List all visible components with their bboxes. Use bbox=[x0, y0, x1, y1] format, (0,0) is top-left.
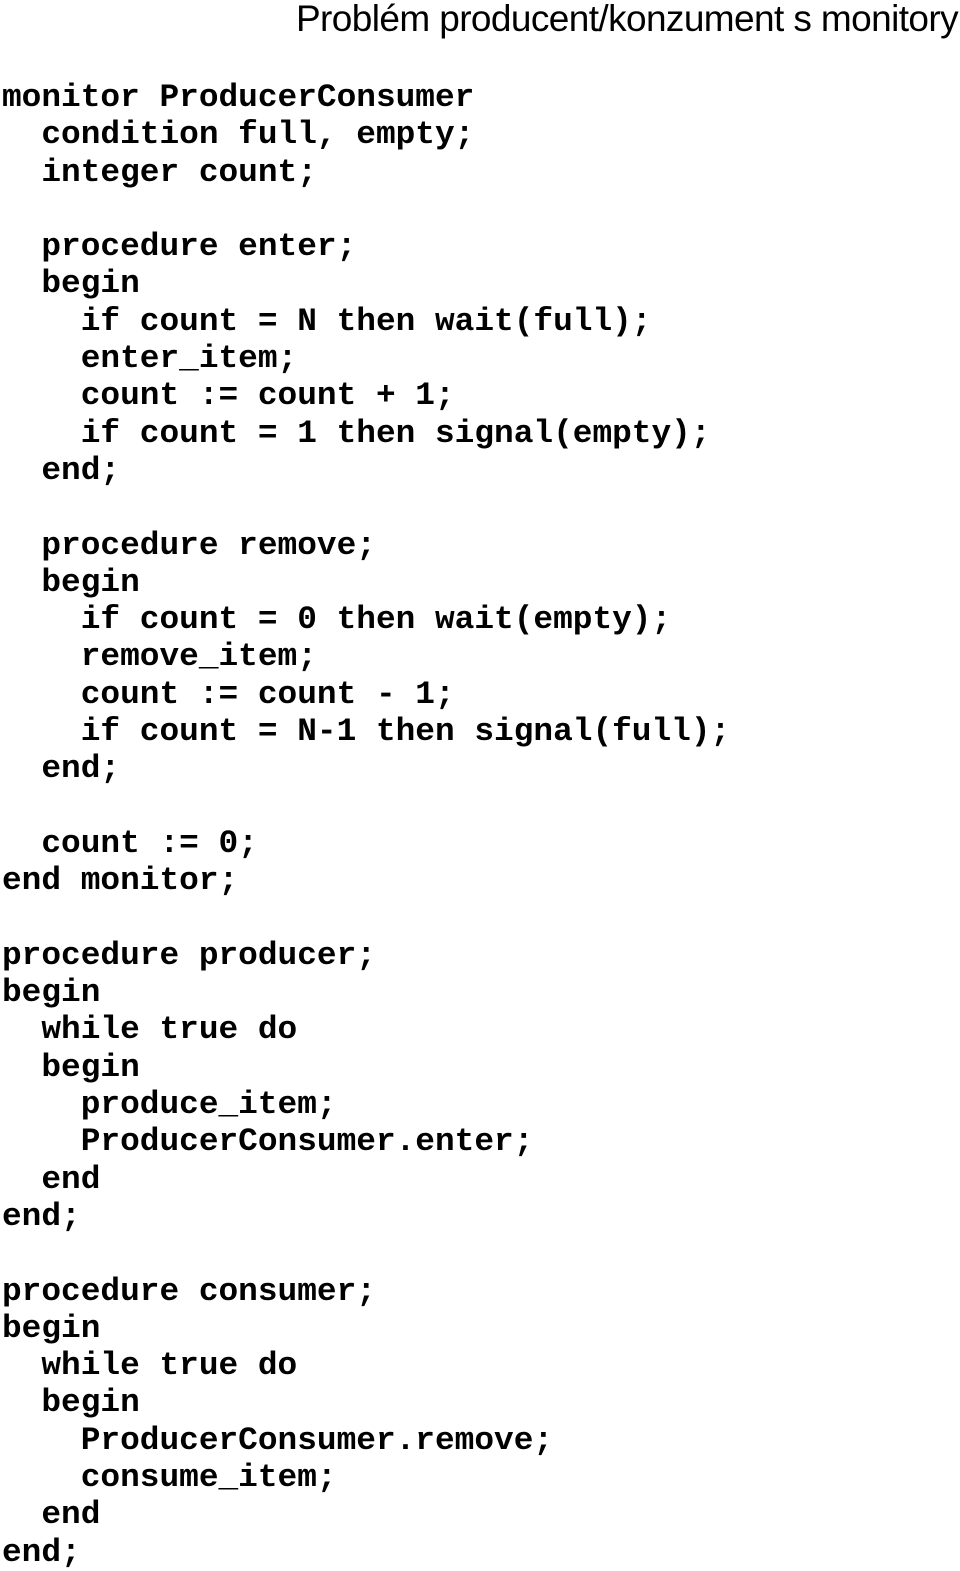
code-line: procedure remove; bbox=[2, 526, 376, 564]
code-line: end bbox=[2, 1160, 101, 1198]
code-line: integer count; bbox=[2, 153, 317, 191]
code-line: remove_item; bbox=[2, 638, 317, 676]
code-line: if count = 0 then wait(empty); bbox=[2, 601, 672, 639]
code-line: begin bbox=[2, 974, 101, 1012]
code-line: if count = 1 then signal(empty); bbox=[2, 414, 711, 452]
code-line: if count = N-1 then signal(full); bbox=[2, 713, 731, 751]
code-line: procedure consumer; bbox=[2, 1272, 376, 1310]
code-line: monitor ProducerConsumer bbox=[2, 79, 475, 116]
code-line: ProducerConsumer.enter; bbox=[2, 1123, 534, 1161]
code-line: count := count - 1; bbox=[2, 675, 455, 713]
code-line: begin bbox=[2, 1048, 140, 1086]
code-block: monitor ProducerConsumer condition full,… bbox=[2, 79, 730, 1571]
code-line: ProducerConsumer.remove; bbox=[2, 1421, 554, 1459]
slide-title: Problém producent/konzument s monitory bbox=[295, 0, 959, 39]
code-line: end; bbox=[2, 1197, 81, 1235]
code-line: begin bbox=[2, 265, 140, 303]
code-line: if count = N then wait(full); bbox=[2, 302, 652, 340]
code-line: count := 0; bbox=[2, 824, 258, 862]
code-line: end; bbox=[2, 1533, 81, 1571]
code-line: end bbox=[2, 1496, 101, 1534]
code-line: end; bbox=[2, 750, 121, 788]
code-line: begin bbox=[2, 1309, 101, 1347]
code-line: procedure producer; bbox=[2, 936, 376, 974]
code-line: begin bbox=[2, 1384, 140, 1422]
code-line: end; bbox=[2, 451, 121, 489]
code-line: end monitor; bbox=[2, 862, 239, 900]
code-line: condition full, empty; bbox=[2, 116, 475, 154]
code-line: while true do bbox=[2, 1347, 298, 1385]
code-line: count := count + 1; bbox=[2, 377, 455, 415]
code-line: begin bbox=[2, 563, 140, 601]
code-line: procedure enter; bbox=[2, 228, 357, 266]
code-line: produce_item; bbox=[2, 1086, 337, 1124]
code-line: while true do bbox=[2, 1011, 298, 1049]
code-line: consume_item; bbox=[2, 1458, 337, 1496]
code-line: enter_item; bbox=[2, 340, 298, 378]
